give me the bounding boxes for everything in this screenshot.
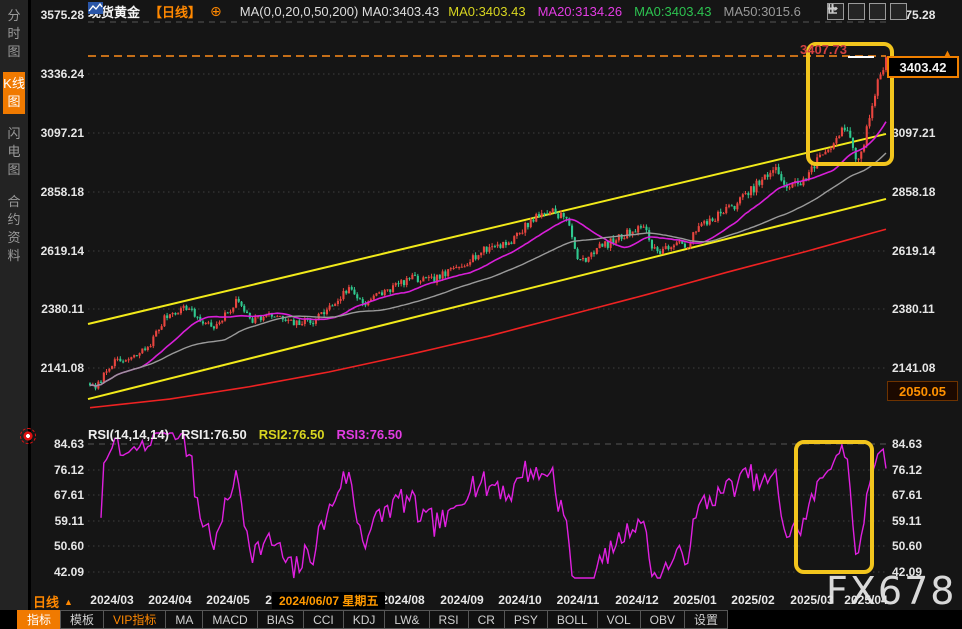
price-label-l-3: 3097.21 [29, 126, 84, 140]
toolbar-tab-1[interactable]: 指标 [17, 610, 61, 629]
price-label-r-3: 3097.21 [892, 126, 947, 140]
rsi-value-2: RSI2:76.50 [259, 427, 325, 442]
price-label-l-7: 2141.08 [29, 361, 84, 375]
ma-value-4: MA50:3015.6 [724, 4, 801, 19]
period-tag: 【日线】 [149, 2, 201, 21]
rsi-label-r-5: 50.60 [892, 539, 947, 553]
time-axis: 日线 ▲ 2024/032024/042024/052024/062024/07… [0, 592, 962, 610]
zoom-x-axis-icon[interactable] [869, 3, 886, 20]
indicator-button-7[interactable]: LW& [384, 610, 429, 629]
date-label-8: 2024/10 [498, 593, 541, 607]
alert-icon[interactable] [20, 428, 36, 444]
rsi-label-r-1: 84.63 [892, 437, 947, 451]
date-label-10: 2024/12 [615, 593, 658, 607]
rsi-label-r-2: 76.12 [892, 463, 947, 477]
toolbar-tab-2[interactable]: 模板 [60, 610, 104, 629]
chart-application: 分时图K线图闪电图合约资料 现货黄金 【日线】 ⊕ MA(0,0,20,0,50… [0, 0, 962, 629]
date-label-11: 2025/01 [673, 593, 716, 607]
indicator-button-4[interactable]: BIAS [257, 610, 304, 629]
rsi-title: RSI(14,14,14) [88, 427, 169, 442]
rsi-label-l-1: 84.63 [29, 437, 84, 451]
add-compare-icon[interactable]: ⊕ [210, 4, 222, 18]
dropdown-arrow-icon: ▲ [64, 597, 73, 607]
ma-settings-label: MA(0,0,20,0,50,200) MA0:3403.43 [240, 4, 439, 19]
date-label-2: 2024/04 [148, 593, 191, 607]
rsi-value-1: RSI1:76.50 [181, 427, 247, 442]
date-label-6: 2024/08 [381, 593, 424, 607]
ma-value-1: MA0:3403.43 [448, 4, 525, 19]
period-low-badge: 2050.05 [887, 381, 958, 401]
ma-value-3: MA0:3403.43 [634, 4, 711, 19]
indicator-button-5[interactable]: CCI [303, 610, 344, 629]
indicator-button-8[interactable]: RSI [429, 610, 469, 629]
rsi-label-l-4: 59.11 [29, 514, 84, 528]
watermark: FX678 [826, 569, 956, 613]
indicator-button-10[interactable]: PSY [504, 610, 548, 629]
price-label-r-4: 2858.18 [892, 185, 947, 199]
indicator-button-9[interactable]: CR [468, 610, 505, 629]
indicator-button-12[interactable]: VOL [597, 610, 641, 629]
date-label-7: 2024/09 [440, 593, 483, 607]
price-label-l-5: 2619.14 [29, 244, 84, 258]
price-label-l-2: 3336.24 [29, 67, 84, 81]
shift-right-icon[interactable] [890, 3, 907, 20]
period-dropdown[interactable]: 日线 ▲ [33, 592, 73, 611]
rsi-label-l-6: 42.09 [29, 565, 84, 579]
price-label-l-4: 2858.18 [29, 185, 84, 199]
indicator-button-6[interactable]: KDJ [343, 610, 386, 629]
date-label-1: 2024/03 [90, 593, 133, 607]
date-label-12: 2025/02 [731, 593, 774, 607]
price-label-r-5: 2619.14 [892, 244, 947, 258]
rsi-value-3: RSI3:76.50 [336, 427, 402, 442]
indicator-button-1[interactable]: VIP指标 [103, 610, 166, 629]
indicator-button-2[interactable]: MA [165, 610, 203, 629]
price-arrow-icon: ▲ [942, 48, 953, 60]
indicator-button-14[interactable]: 设置 [684, 610, 728, 629]
rsi-label-l-2: 76.12 [29, 463, 84, 477]
date-tooltip: 2024/06/07 星期五 [272, 592, 385, 609]
price-label-r-6: 2380.11 [892, 302, 947, 316]
ma-values: MA0:3403.43 MA20:3134.26 MA0:3403.43 MA50:3… [448, 4, 801, 19]
price-highlight-box [806, 42, 894, 166]
rsi-label-l-5: 50.60 [29, 539, 84, 553]
indicator-button-3[interactable]: MACD [202, 610, 257, 629]
price-label-l-6: 2380.11 [29, 302, 84, 316]
date-label-3: 2024/05 [206, 593, 249, 607]
high-level-label: 3407.73 [800, 42, 847, 57]
rsi-highlight-box [794, 440, 874, 574]
indicator-toolbar: 指标模板VIP指标MAMACDBIASCCIKDJLW&RSICRPSYBOLL… [0, 610, 962, 629]
rsi-header: RSI(14,14,14) RSI1:76.50 RSI2:76.50 RSI3:7… [88, 427, 402, 442]
chart-tools [827, 3, 907, 20]
date-label-9: 2024/11 [557, 593, 600, 607]
price-label-l-1: 3575.28 [29, 8, 84, 22]
zoom-y-axis-icon[interactable] [848, 3, 865, 20]
price-label-r-7: 2141.08 [892, 361, 947, 375]
ma-value-2: MA20:3134.26 [538, 4, 623, 19]
indicator-button-13[interactable]: OBV [640, 610, 685, 629]
rsi-label-r-3: 67.61 [892, 488, 947, 502]
indicator-button-11[interactable]: BOLL [547, 610, 598, 629]
chart-header: 现货黄金 【日线】 ⊕ MA(0,0,20,0,50,200) MA0:3403… [88, 2, 801, 20]
rsi-label-l-3: 67.61 [29, 488, 84, 502]
rsi-label-r-4: 59.11 [892, 514, 947, 528]
period-label: 日线 [33, 592, 59, 611]
